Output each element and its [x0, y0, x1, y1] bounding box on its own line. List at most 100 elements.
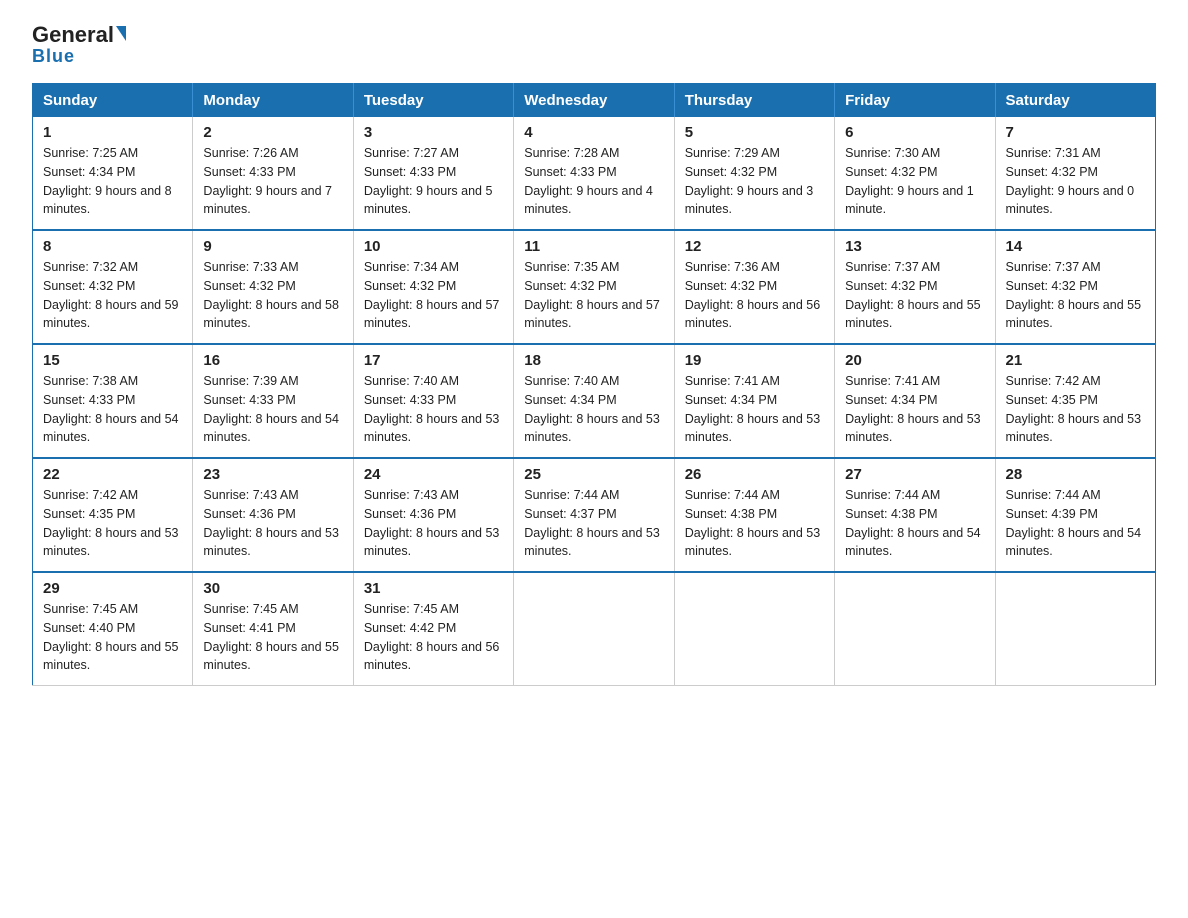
logo: General Blue [32, 24, 126, 67]
day-info: Sunrise: 7:29 AMSunset: 4:32 PMDaylight:… [685, 146, 814, 216]
day-number: 29 [43, 580, 182, 597]
day-number: 27 [845, 466, 984, 483]
day-number: 28 [1006, 466, 1145, 483]
calendar-week-5: 29 Sunrise: 7:45 AMSunset: 4:40 PMDaylig… [33, 572, 1156, 686]
day-number: 11 [524, 238, 663, 255]
day-info: Sunrise: 7:35 AMSunset: 4:32 PMDaylight:… [524, 260, 660, 330]
day-info: Sunrise: 7:38 AMSunset: 4:33 PMDaylight:… [43, 374, 179, 444]
calendar-cell: 1 Sunrise: 7:25 AMSunset: 4:34 PMDayligh… [33, 117, 193, 230]
day-info: Sunrise: 7:45 AMSunset: 4:40 PMDaylight:… [43, 602, 179, 672]
column-header-saturday: Saturday [995, 84, 1155, 118]
day-info: Sunrise: 7:41 AMSunset: 4:34 PMDaylight:… [845, 374, 981, 444]
calendar-cell: 4 Sunrise: 7:28 AMSunset: 4:33 PMDayligh… [514, 117, 674, 230]
calendar-cell: 2 Sunrise: 7:26 AMSunset: 4:33 PMDayligh… [193, 117, 353, 230]
day-number: 18 [524, 352, 663, 369]
day-info: Sunrise: 7:43 AMSunset: 4:36 PMDaylight:… [364, 488, 500, 558]
calendar-cell: 25 Sunrise: 7:44 AMSunset: 4:37 PMDaylig… [514, 458, 674, 572]
day-number: 17 [364, 352, 503, 369]
day-number: 19 [685, 352, 824, 369]
day-info: Sunrise: 7:36 AMSunset: 4:32 PMDaylight:… [685, 260, 821, 330]
day-info: Sunrise: 7:41 AMSunset: 4:34 PMDaylight:… [685, 374, 821, 444]
day-number: 8 [43, 238, 182, 255]
calendar-week-2: 8 Sunrise: 7:32 AMSunset: 4:32 PMDayligh… [33, 230, 1156, 344]
calendar-cell: 11 Sunrise: 7:35 AMSunset: 4:32 PMDaylig… [514, 230, 674, 344]
day-number: 23 [203, 466, 342, 483]
column-header-tuesday: Tuesday [353, 84, 513, 118]
day-info: Sunrise: 7:42 AMSunset: 4:35 PMDaylight:… [43, 488, 179, 558]
calendar-cell: 14 Sunrise: 7:37 AMSunset: 4:32 PMDaylig… [995, 230, 1155, 344]
day-number: 5 [685, 124, 824, 141]
day-info: Sunrise: 7:31 AMSunset: 4:32 PMDaylight:… [1006, 146, 1135, 216]
calendar-table: SundayMondayTuesdayWednesdayThursdayFrid… [32, 83, 1156, 686]
day-info: Sunrise: 7:32 AMSunset: 4:32 PMDaylight:… [43, 260, 179, 330]
calendar-cell: 29 Sunrise: 7:45 AMSunset: 4:40 PMDaylig… [33, 572, 193, 686]
day-info: Sunrise: 7:44 AMSunset: 4:38 PMDaylight:… [685, 488, 821, 558]
day-number: 6 [845, 124, 984, 141]
day-info: Sunrise: 7:44 AMSunset: 4:39 PMDaylight:… [1006, 488, 1142, 558]
day-number: 14 [1006, 238, 1145, 255]
day-number: 3 [364, 124, 503, 141]
calendar-cell: 31 Sunrise: 7:45 AMSunset: 4:42 PMDaylig… [353, 572, 513, 686]
calendar-cell: 23 Sunrise: 7:43 AMSunset: 4:36 PMDaylig… [193, 458, 353, 572]
day-number: 4 [524, 124, 663, 141]
logo-blue: Blue [32, 46, 75, 67]
day-info: Sunrise: 7:44 AMSunset: 4:37 PMDaylight:… [524, 488, 660, 558]
day-info: Sunrise: 7:44 AMSunset: 4:38 PMDaylight:… [845, 488, 981, 558]
day-info: Sunrise: 7:45 AMSunset: 4:41 PMDaylight:… [203, 602, 339, 672]
calendar-header-row: SundayMondayTuesdayWednesdayThursdayFrid… [33, 84, 1156, 118]
day-info: Sunrise: 7:37 AMSunset: 4:32 PMDaylight:… [1006, 260, 1142, 330]
day-info: Sunrise: 7:42 AMSunset: 4:35 PMDaylight:… [1006, 374, 1142, 444]
calendar-cell: 3 Sunrise: 7:27 AMSunset: 4:33 PMDayligh… [353, 117, 513, 230]
calendar-cell: 10 Sunrise: 7:34 AMSunset: 4:32 PMDaylig… [353, 230, 513, 344]
calendar-cell: 5 Sunrise: 7:29 AMSunset: 4:32 PMDayligh… [674, 117, 834, 230]
column-header-wednesday: Wednesday [514, 84, 674, 118]
calendar-cell: 15 Sunrise: 7:38 AMSunset: 4:33 PMDaylig… [33, 344, 193, 458]
calendar-cell: 22 Sunrise: 7:42 AMSunset: 4:35 PMDaylig… [33, 458, 193, 572]
calendar-cell: 12 Sunrise: 7:36 AMSunset: 4:32 PMDaylig… [674, 230, 834, 344]
logo-text: General [32, 24, 126, 46]
calendar-cell: 19 Sunrise: 7:41 AMSunset: 4:34 PMDaylig… [674, 344, 834, 458]
calendar-cell: 6 Sunrise: 7:30 AMSunset: 4:32 PMDayligh… [835, 117, 995, 230]
calendar-cell: 27 Sunrise: 7:44 AMSunset: 4:38 PMDaylig… [835, 458, 995, 572]
calendar-cell: 16 Sunrise: 7:39 AMSunset: 4:33 PMDaylig… [193, 344, 353, 458]
calendar-cell [995, 572, 1155, 686]
day-info: Sunrise: 7:27 AMSunset: 4:33 PMDaylight:… [364, 146, 493, 216]
day-info: Sunrise: 7:26 AMSunset: 4:33 PMDaylight:… [203, 146, 332, 216]
calendar-cell: 24 Sunrise: 7:43 AMSunset: 4:36 PMDaylig… [353, 458, 513, 572]
calendar-cell: 8 Sunrise: 7:32 AMSunset: 4:32 PMDayligh… [33, 230, 193, 344]
day-number: 26 [685, 466, 824, 483]
calendar-cell [514, 572, 674, 686]
column-header-sunday: Sunday [33, 84, 193, 118]
day-info: Sunrise: 7:45 AMSunset: 4:42 PMDaylight:… [364, 602, 500, 672]
calendar-cell: 9 Sunrise: 7:33 AMSunset: 4:32 PMDayligh… [193, 230, 353, 344]
day-info: Sunrise: 7:30 AMSunset: 4:32 PMDaylight:… [845, 146, 974, 216]
calendar-cell: 17 Sunrise: 7:40 AMSunset: 4:33 PMDaylig… [353, 344, 513, 458]
day-number: 24 [364, 466, 503, 483]
day-info: Sunrise: 7:40 AMSunset: 4:34 PMDaylight:… [524, 374, 660, 444]
calendar-cell: 26 Sunrise: 7:44 AMSunset: 4:38 PMDaylig… [674, 458, 834, 572]
day-info: Sunrise: 7:43 AMSunset: 4:36 PMDaylight:… [203, 488, 339, 558]
day-number: 25 [524, 466, 663, 483]
calendar-cell [835, 572, 995, 686]
day-number: 1 [43, 124, 182, 141]
day-number: 21 [1006, 352, 1145, 369]
day-number: 10 [364, 238, 503, 255]
calendar-cell: 21 Sunrise: 7:42 AMSunset: 4:35 PMDaylig… [995, 344, 1155, 458]
day-number: 20 [845, 352, 984, 369]
column-header-monday: Monday [193, 84, 353, 118]
day-number: 30 [203, 580, 342, 597]
calendar-cell: 20 Sunrise: 7:41 AMSunset: 4:34 PMDaylig… [835, 344, 995, 458]
column-header-thursday: Thursday [674, 84, 834, 118]
day-number: 13 [845, 238, 984, 255]
day-info: Sunrise: 7:33 AMSunset: 4:32 PMDaylight:… [203, 260, 339, 330]
day-number: 16 [203, 352, 342, 369]
day-number: 22 [43, 466, 182, 483]
day-info: Sunrise: 7:28 AMSunset: 4:33 PMDaylight:… [524, 146, 653, 216]
day-info: Sunrise: 7:40 AMSunset: 4:33 PMDaylight:… [364, 374, 500, 444]
calendar-cell: 13 Sunrise: 7:37 AMSunset: 4:32 PMDaylig… [835, 230, 995, 344]
column-header-friday: Friday [835, 84, 995, 118]
day-info: Sunrise: 7:37 AMSunset: 4:32 PMDaylight:… [845, 260, 981, 330]
day-number: 7 [1006, 124, 1145, 141]
calendar-cell: 18 Sunrise: 7:40 AMSunset: 4:34 PMDaylig… [514, 344, 674, 458]
day-number: 15 [43, 352, 182, 369]
